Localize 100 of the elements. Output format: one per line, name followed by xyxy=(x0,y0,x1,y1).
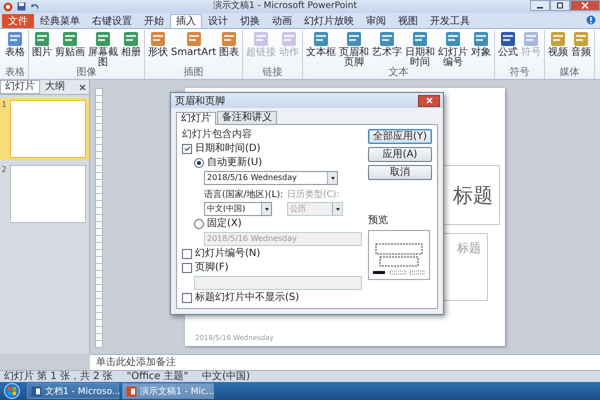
language-status[interactable]: 中文(中国) xyxy=(202,371,250,382)
language-label: 语言(国家/地区)(L): xyxy=(204,189,284,201)
ribbon-tab[interactable]: 经典菜单 xyxy=(34,14,86,28)
tile-icon xyxy=(281,31,298,47)
close-icon xyxy=(426,97,432,104)
ribbon-button[interactable]: 音频 xyxy=(570,30,592,68)
group-label: 图像 xyxy=(76,68,98,79)
ribbon-tab[interactable]: 设计 xyxy=(202,14,234,28)
dialog-button[interactable]: 应用(A) xyxy=(368,147,432,162)
group-label: 表格 xyxy=(4,68,26,79)
taskbar-button[interactable]: 文档1 - Microso... xyxy=(27,383,119,399)
tile-icon xyxy=(573,31,590,47)
ribbon-button[interactable]: 视频 xyxy=(547,30,570,68)
slide-count: 幻灯片 第 1 张，共 2 张 xyxy=(4,371,113,382)
tile-icon xyxy=(445,31,462,47)
ribbon-tab[interactable]: 动画 xyxy=(266,14,298,28)
close-button[interactable] xyxy=(418,94,440,106)
tile-icon xyxy=(62,31,78,47)
ribbon-button[interactable]: 图表 xyxy=(218,30,240,68)
tile-icon xyxy=(346,31,362,47)
ribbon-button[interactable]: 屏幕截图 xyxy=(87,30,119,68)
tile-icon xyxy=(221,31,238,47)
group-label: 符号 xyxy=(508,68,531,79)
title-text: 标题 xyxy=(453,182,493,208)
ribbon-tab[interactable]: 视图 xyxy=(392,14,424,28)
pane-tab[interactable]: 幻灯片 xyxy=(0,80,40,94)
group-label: 文本 xyxy=(388,68,410,79)
help-icon[interactable] xyxy=(586,15,596,25)
ribbon-button[interactable]: 图片 xyxy=(31,30,53,68)
date-format-dropdown[interactable]: 2018/5/16 Wednesday xyxy=(204,171,338,185)
document-icon xyxy=(31,386,42,396)
tile-icon xyxy=(186,31,202,47)
ribbon-button[interactable]: 相册 xyxy=(120,30,142,68)
ribbon-tab[interactable]: 插入 xyxy=(170,14,202,28)
auto-update-radio[interactable]: 自动更新(U) xyxy=(194,157,362,169)
ribbon-button[interactable]: 公式 xyxy=(497,30,520,68)
dialog-button[interactable]: 取消 xyxy=(368,165,432,180)
group-label: 媒体 xyxy=(558,68,581,79)
date-time-checkbox[interactable]: 日期和时间(D) xyxy=(182,143,362,155)
ribbon-button[interactable]: 表格 xyxy=(4,30,26,68)
dialog-title: 页眉和页脚 xyxy=(175,94,226,108)
dialog-button[interactable]: 全部应用(Y) xyxy=(368,129,432,144)
ribbon-button[interactable]: 对象 xyxy=(470,30,492,68)
footer-field[interactable] xyxy=(194,276,362,290)
dialog-tab[interactable]: 备注和讲义 xyxy=(217,111,277,124)
ribbon-button[interactable]: 页眉和页脚 xyxy=(338,30,370,68)
ribbon-button[interactable]: SmartArt xyxy=(170,30,218,68)
group-label: 链接 xyxy=(262,68,284,79)
section-label: 幻灯片包含内容 xyxy=(182,129,253,141)
ribbon-button[interactable]: 幻灯片编号 xyxy=(437,30,470,68)
tile-icon xyxy=(473,31,490,47)
tile-icon xyxy=(412,31,428,47)
tile-icon xyxy=(550,31,566,47)
maximize-icon xyxy=(556,2,564,9)
ribbon-button[interactable]: 日期和时间 xyxy=(404,30,436,68)
undo-icon[interactable] xyxy=(30,2,40,11)
hide-on-title-checkbox[interactable]: 标题幻灯片中不显示(S) xyxy=(182,292,362,304)
close-button[interactable] xyxy=(79,84,86,90)
close-button[interactable] xyxy=(570,0,600,11)
ribbon-button[interactable]: 艺术字 xyxy=(371,30,404,68)
ribbon-button[interactable]: 形状 xyxy=(147,30,169,68)
close-icon xyxy=(581,2,589,9)
pane-tab[interactable]: 大纲 xyxy=(40,80,70,94)
app-icon xyxy=(3,2,13,12)
minimize-button[interactable] xyxy=(530,0,550,11)
save-icon[interactable] xyxy=(17,2,26,11)
ribbon-button[interactable]: 剪贴画 xyxy=(54,30,86,68)
tile-icon xyxy=(150,31,166,47)
tile-icon xyxy=(523,31,540,47)
subtitle-text: 标题 xyxy=(457,240,481,257)
ribbon-tab[interactable]: 开始 xyxy=(138,14,170,28)
preview-label: 预览 xyxy=(368,215,389,227)
start-button[interactable] xyxy=(4,383,20,399)
slide-number-checkbox[interactable]: 幻灯片编号(N) xyxy=(182,248,362,260)
ribbon-tab[interactable]: 切换 xyxy=(234,14,266,28)
tile-icon xyxy=(34,31,50,47)
fixed-date-radio[interactable]: 固定(X) xyxy=(194,218,362,230)
ribbon-tab[interactable]: 开发工具 xyxy=(424,14,476,28)
ribbon-tab[interactable]: 幻灯片放映 xyxy=(298,14,360,28)
tile-icon xyxy=(123,31,139,47)
group-label: 插图 xyxy=(182,68,205,79)
ribbon-tab[interactable]: 右键设置 xyxy=(86,14,138,28)
language-dropdown[interactable]: 中文(中国) xyxy=(204,202,272,216)
tile-icon xyxy=(253,31,270,47)
theme-name: "Office 主题" xyxy=(126,371,188,382)
window-title: 演示文稿1 - Microsoft PowerPoint xyxy=(212,0,358,13)
ribbon-tab[interactable]: 审阅 xyxy=(360,14,392,28)
tile-icon xyxy=(500,31,516,47)
tile-icon xyxy=(95,31,111,47)
file-menu-button[interactable]: 文件 xyxy=(2,14,34,28)
tile-icon xyxy=(379,31,396,47)
tile-icon xyxy=(313,31,330,47)
maximize-button[interactable] xyxy=(550,0,570,11)
close-icon xyxy=(79,84,86,90)
footer-checkbox[interactable]: 页脚(F) xyxy=(182,262,362,274)
ribbon-button[interactable]: 文本框 xyxy=(305,30,338,68)
dialog-tab[interactable]: 幻灯片 xyxy=(176,112,216,125)
notes-placeholder[interactable]: 单击此处添加备注 xyxy=(90,357,176,368)
layout-preview-drawing xyxy=(368,230,430,280)
slide-thumbnail[interactable]: 1 xyxy=(0,98,89,160)
